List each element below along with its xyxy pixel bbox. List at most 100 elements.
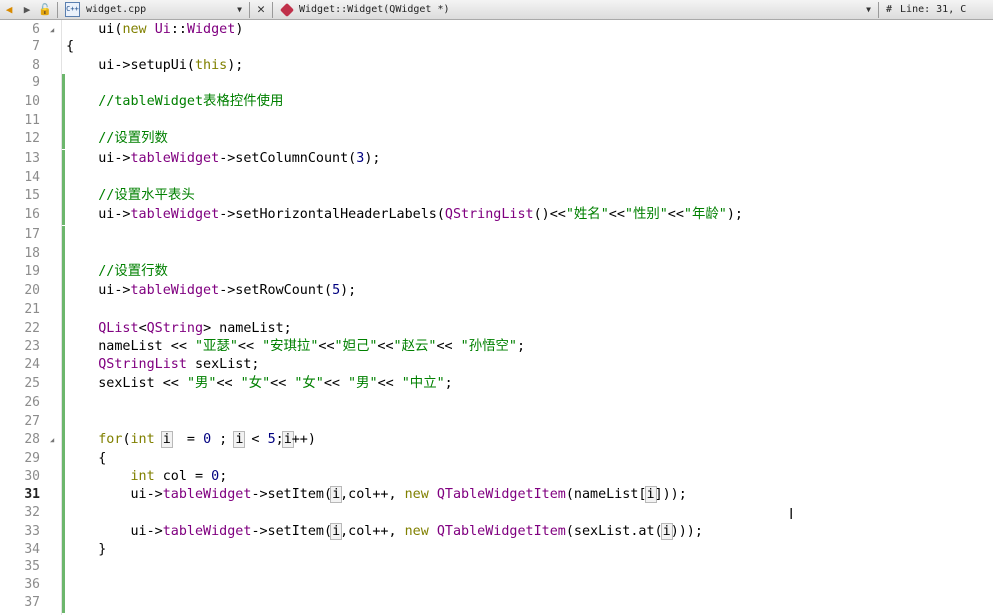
change-marker <box>62 38 65 57</box>
code-comment: //tableWidget表格控件使用 <box>66 94 284 109</box>
code-keyword: new <box>404 487 429 502</box>
change-marker <box>62 523 65 542</box>
code-token: :: <box>170 22 187 37</box>
code-token: > nameList; <box>203 321 292 336</box>
code-line[interactable]: { <box>66 38 74 56</box>
code-line[interactable]: for(int i = 0 ; i < 5;i++) <box>66 431 316 449</box>
close-document-button[interactable]: ✕ <box>253 2 269 17</box>
line-number: 29 <box>24 451 40 466</box>
change-marker <box>62 93 65 112</box>
code-line[interactable]: ui->tableWidget->setColumnCount(3); <box>66 150 380 168</box>
code-string: "年龄" <box>683 207 727 222</box>
change-marker <box>62 375 65 394</box>
code-line[interactable]: ui->tableWidget->setItem(i,col++, new QT… <box>66 523 703 541</box>
code-line[interactable]: int col = 0; <box>66 468 228 486</box>
function-name-label: Widget::Widget(QWidget *) <box>299 4 450 15</box>
code-token: << <box>318 339 335 354</box>
code-line[interactable]: QStringList sexList; <box>66 356 260 374</box>
change-marker <box>62 468 65 487</box>
code-token: << <box>377 376 402 391</box>
code-token: Ui <box>154 22 171 37</box>
change-marker <box>62 431 65 450</box>
forward-arrow-icon[interactable]: ▶ <box>18 1 36 19</box>
line-number: 9 <box>32 75 40 90</box>
change-bar <box>62 20 65 615</box>
code-token: ->setItem( <box>251 524 333 539</box>
chevron-down-icon: ▼ <box>866 5 871 14</box>
cpp-file-icon: C++ <box>65 2 80 17</box>
fold-marker-icon[interactable]: ◢ <box>50 21 54 39</box>
code-token: Widget <box>186 22 236 37</box>
code-line[interactable]: } <box>66 541 106 559</box>
code-line[interactable]: ui->tableWidget->setRowCount(5); <box>66 282 356 300</box>
code-line[interactable]: QList<QString> nameList; <box>66 320 292 338</box>
code-line[interactable]: //设置行数 <box>66 263 168 281</box>
code-token: ui-> <box>66 487 163 502</box>
code-line[interactable]: nameList << "亚瑟"<< "安琪拉"<<"妲己"<<"赵云"<< "… <box>66 338 525 356</box>
code-token: tableWidget <box>130 283 220 298</box>
code-string: "安琪拉" <box>262 339 319 354</box>
code-token: ; <box>516 339 525 354</box>
change-marker <box>62 112 65 131</box>
code-line[interactable]: ui->setupUi(this); <box>66 57 243 75</box>
open-documents-combo[interactable]: widget.cpp ▼ <box>84 2 246 18</box>
code-line[interactable]: //设置列数 <box>66 130 168 148</box>
change-marker <box>62 263 65 282</box>
code-editor[interactable]: ui(new Ui::Widget){ ui->setupUi(this); /… <box>66 20 993 615</box>
code-line[interactable]: //设置水平表头 <box>66 187 194 205</box>
line-number: 11 <box>24 113 40 128</box>
code-line[interactable]: //tableWidget表格控件使用 <box>66 93 283 111</box>
lock-icon[interactable]: 🔓 <box>36 1 54 19</box>
code-line[interactable]: { <box>66 450 106 468</box>
code-token: QStringList <box>98 357 187 372</box>
code-token: (nameList[ <box>565 487 647 502</box>
line-number: 36 <box>24 577 40 592</box>
code-comment: //设置列数 <box>66 131 168 146</box>
code-token: { <box>66 39 75 54</box>
code-keyword: int <box>130 469 155 484</box>
code-token: (sexList.at( <box>565 524 663 539</box>
code-token: ()<< <box>533 207 566 222</box>
line-number: 10 <box>24 94 40 109</box>
line-number: 27 <box>24 414 40 429</box>
line-number: 6 <box>32 22 40 37</box>
line-number: 33 <box>24 524 40 539</box>
hash-label: # <box>886 4 893 15</box>
fold-marker-icon[interactable]: ◢ <box>50 431 54 449</box>
symbol-combo[interactable]: Widget::Widget(QWidget *) ▼ <box>297 2 875 18</box>
code-line[interactable]: ui->tableWidget->setHorizontalHeaderLabe… <box>66 206 743 224</box>
change-marker <box>62 450 65 469</box>
code-token: QStringList <box>444 207 534 222</box>
code-string: "赵云" <box>393 339 437 354</box>
code-token: sexList; <box>186 357 260 372</box>
back-arrow-icon[interactable]: ◀ <box>0 1 18 19</box>
code-string: "孙悟空" <box>460 339 517 354</box>
code-line[interactable]: ui->tableWidget->setItem(i,col++, new QT… <box>66 486 687 504</box>
line-number: 21 <box>24 302 40 317</box>
code-token: < <box>138 321 147 336</box>
file-name-label: widget.cpp <box>86 4 147 15</box>
code-token: ->setHorizontalHeaderLabels( <box>219 207 445 222</box>
code-token: ; <box>211 432 236 447</box>
code-token: QList <box>98 321 139 336</box>
code-line[interactable]: sexList << "男"<< "女"<< "女"<< "男"<< "中立"; <box>66 375 453 393</box>
change-marker <box>62 338 65 357</box>
change-marker <box>62 320 65 339</box>
code-token: ; <box>444 376 453 391</box>
code-token: ( <box>122 432 131 447</box>
code-line[interactable]: ui(new Ui::Widget) <box>66 21 243 39</box>
code-token: << <box>237 339 263 354</box>
line-number-gutter: 6 ◢ 7 8 9 10 11 12 13 14 15 16 17 18 19 20 21 22 23 24 25 26 2… <box>0 20 62 615</box>
line-number: 19 <box>24 264 40 279</box>
code-token: } <box>66 542 107 557</box>
line-column-indicator[interactable]: Line: 31, C <box>900 4 966 15</box>
line-number: 30 <box>24 469 40 484</box>
line-number: 37 <box>24 595 40 610</box>
code-token: << <box>270 376 295 391</box>
line-number: 26 <box>24 395 40 410</box>
code-token: tableWidget <box>162 487 252 502</box>
